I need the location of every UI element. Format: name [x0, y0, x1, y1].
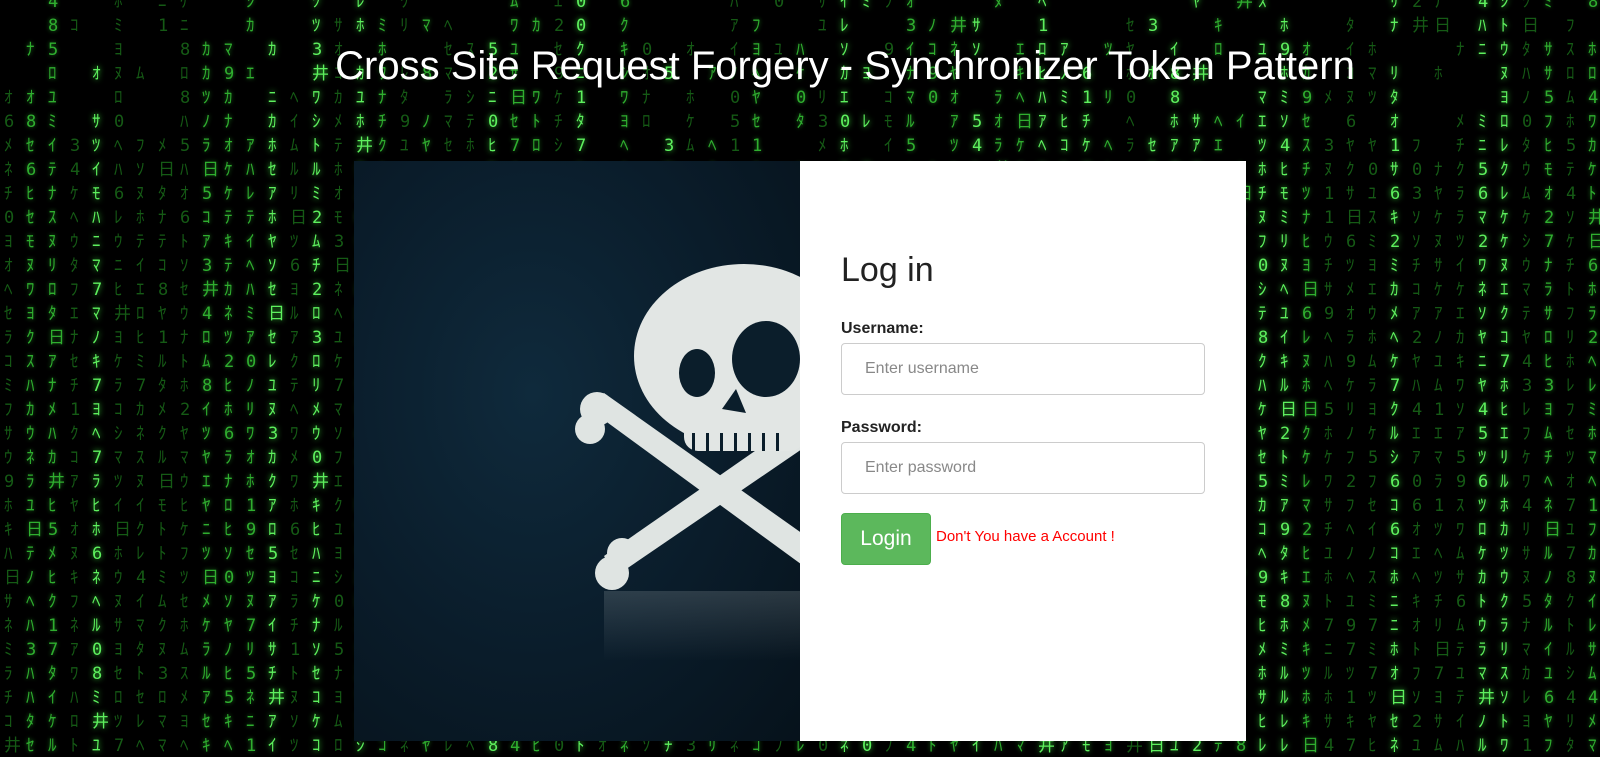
- password-input[interactable]: [841, 442, 1205, 494]
- skull-crossbones-icon: [575, 264, 800, 661]
- matrix-column: ﾆ 1 ﾒ 日 ﾀ ﾅ ﾃ ｺ 8 ﾔ 1 ﾙ ﾀ ﾒ ｸ ﾙ 日 ﾓ ﾄ ﾄ …: [158, 0, 175, 756]
- matrix-column: ｶ ﾆ ｶ ﾎ ｾ ｱ ﾎ ﾔ ｿ ｾ 日 ｾ ﾚ ﾕ ﾇ 3 ｶ ｸ ｱ ﾛ …: [268, 40, 285, 756]
- username-label: Username:: [841, 320, 924, 337]
- matrix-column: ｼ ﾄ ｳ ﾇ ﾖ ﾛ ﾚ ｸ ﾚ ｹ ｹ ﾇ ｴ ｸ ｺ 7 ﾎ ﾋ ｴ ﾘ …: [1500, 0, 1511, 756]
- login-card: Log in Username: Password: Login Don't Y…: [354, 161, 1246, 741]
- form-heading: Log in: [841, 251, 934, 289]
- login-form-panel: Log in Username: Password: Login Don't Y…: [800, 161, 1246, 741]
- matrix-column: ﾘ ﾅ ﾘ ﾀ ｵ 1 ｻ 6 ｷ 2 ﾐ ｶ ﾒ ﾍ ｹ 7 ｸ ﾙ ｼ 6 …: [1390, 0, 1407, 756]
- matrix-column: 4 8 5 ﾛ ﾕ ﾐ ｲ ﾃ ﾅ ｽ ﾇ ﾘ ﾛ ﾀ 日 ｱ ﾅ ﾒ ﾊ ｶ …: [48, 0, 65, 756]
- matrix-column: 8 ﾎ ﾛ 4 ﾜ ｶ ｹ ﾄ 井 日 6 ﾎ ﾗ 2 ﾍ ﾚ ﾐ ﾎ ﾏ ﾍ …: [1588, 0, 1600, 756]
- matrix-column: 2 井 ﾌ 0 3 ｿ ｿ ﾁ ｺ ｱ 2 ﾔ ﾊ 4 ｴ ｱ 0 6 ｵ ｴ …: [1412, 0, 1429, 756]
- hero-image: [354, 161, 800, 741]
- matrix-column: ｻ ｵ ｺ ｶ ﾒ ﾃ ﾎ ｵ ﾓ 3 日 ﾈ ﾍ ﾕ ｹ 7 ﾏ ｿ ﾌ ｴ …: [334, 16, 351, 756]
- signup-link[interactable]: Don't You have a Account !: [936, 528, 1115, 545]
- matrix-column: ﾅ 日 ﾎ ﾅ ﾔ ｹ ﾇ ｻ ｹ ｱ ﾉ ﾕ ﾑ 1 ｴ ﾏ ﾗ 1 ﾂ ﾍ …: [1434, 0, 1451, 756]
- matrix-column: ｼ ｶ ｴ ｱ ﾊ ﾚ ﾃ ｲ ﾍ ﾊ ﾐ ｱ 0 ﾉ ﾘ ﾜ ｵ ﾎ 1 9 …: [246, 0, 257, 756]
- matrix-column: ﾏ 9 ｶ ﾅ ｵ ｹ ｹ ﾃ ｷ ﾃ ｶ ﾈ ﾂ 2 ﾋ ﾎ 6 ﾗ ﾅ ﾛ …: [224, 40, 235, 756]
- matrix-column: ﾅ ﾒ ﾁ ｸ ﾗ ﾗ ﾂ ｲ ｹ ｴ ｶ ｷ ﾜ ｿ ｱ 5 9 ｽ ﾜ ﾑ …: [1456, 40, 1467, 756]
- matrix-column: ﾑ ﾌ ｿ ﾇ ﾎ ﾃ ｲ ｴ ﾛ ﾋ ﾐ 7 ｶ ﾈ ｽ ﾇ ｲ ｸ ﾚ 4 …: [136, 64, 147, 756]
- matrix-column: ﾍ ｲ ﾑ ﾙ ﾘ 日 ﾂ 6 ﾖ ﾙ ｱ ｸ ﾃ ﾍ ﾜ ﾒ ﾜ ﾎ 6 ｾ …: [290, 88, 307, 756]
- username-input[interactable]: [841, 343, 1205, 395]
- matrix-column: ｵ ｻ ﾂ ｲ ﾓ ﾊ ﾆ ﾏ 7 ﾏ ﾉ ｷ 7 ﾖ ﾍ 7 ﾗ ﾋ ﾎ 6 …: [92, 64, 109, 756]
- matrix-column: ﾂ ﾂ 3 井 ﾜ ｼ ﾄ ﾙ ﾐ 2 ﾑ ﾁ 2 ﾛ 3 ﾛ ﾘ ﾒ ｳ 0 …: [312, 0, 329, 756]
- matrix-column: ﾌ ｽ ﾛ ﾑ ﾎ 5 ﾃ 4 ｿ ｹ ﾁ ﾄ ﾌ ﾘ ﾎ ﾚ ﾌ ｾ ﾂ ｵ …: [1566, 16, 1577, 756]
- matrix-column: 4 ﾊ ﾆ ﾐ ﾆ 5 6 ﾏ 2 ﾜ ﾈ ｿ ﾔ ﾆ ﾔ 4 5 ﾂ 6 ﾂ …: [1478, 0, 1495, 756]
- login-button[interactable]: Login: [841, 513, 931, 565]
- matrix-column: ﾎ 9 ﾎ ﾐ ｿ 4 ﾋ ﾓ ﾐ ﾘ ﾇ ﾍ ﾕ ｲ ｷ ﾙ 日 2 ﾄ ﾐ …: [1280, 16, 1297, 756]
- matrix-column: ｵ 6 ﾒ ﾈ ﾁ 0 ﾖ ｵ ﾍ ｾ ﾗ ｺ ﾐ ﾌ ｻ ｳ 9 ﾎ ｷ ﾊ …: [4, 88, 21, 756]
- password-label: Password:: [841, 419, 922, 436]
- matrix-column: ﾅ ｵ 8 ｾ 6 ﾋ ｾ ﾓ ﾇ ﾜ ﾖ ｸ ｽ ﾊ ｶ ｳ ﾈ ﾗ ﾕ 日 …: [26, 40, 43, 756]
- matrix-column: ﾎ ﾐ ﾖ ﾇ ﾛ 0 ﾍ ﾊ 6 ﾚ ｳ ﾆ ﾋ 井 ﾖ ｹ ﾗ ｺ ｼ ﾏ …: [114, 0, 131, 756]
- matrix-column: ｽ ﾕ ﾏ ｴ ﾂ ﾎ ﾁ ﾇ ﾌ 0 ｼ ﾃ 8 ｸ ﾊ ｹ ﾔ ｾ 5 ｶ …: [1258, 0, 1269, 756]
- matrix-column: ｹ ﾆ 8 ﾛ 8 ﾊ 5 ﾊ ｵ 6 ﾄ ｿ ｾ ｳ ﾅ ﾄ ﾎ 2 ﾔ ﾏ …: [180, 0, 191, 756]
- matrix-column: ﾐ ｻ ｻ 5 ﾌ ﾋ ﾓ ｵ 2 7 ﾅ ﾗ ｻ ﾛ ﾋ 3 ﾖ ﾑ ﾁ ﾍ …: [1544, 0, 1561, 756]
- matrix-column: ｺ 3 4 ｹ ﾍ ｳ ﾀ ﾌ ｴ ﾅ ｾ ﾁ 1 ｸ ｺ ｱ ﾔ ｵ ﾇ ｷ …: [70, 16, 81, 756]
- matrix-column: ｶ ｶ ﾂ ﾉ ﾗ 日 5 ｺ ｱ 3 井 4 ﾛ ﾑ 8 ｲ ﾂ ﾔ ｴ ﾔ …: [202, 40, 219, 756]
- matrix-column: ﾒ 3 ﾇ 1 1 ｳ ﾁ ｻ 9 ﾍ ﾊ ﾍ 5 ﾎ ｹ ﾜ ｻ ﾁ ﾕ ﾎ …: [1324, 88, 1335, 756]
- matrix-column: ﾂ 日 ﾀ ﾊ ﾉ 0 ﾀ ｳ ﾑ ｹ ｼ ｳ ﾏ ﾃ ﾔ 4 3 ﾚ ﾌ ｹ …: [1522, 0, 1539, 756]
- page-title: Cross Site Request Forgery - Synchronize…: [335, 44, 1355, 88]
- matrix-column: ﾎ ﾏ ﾂ ﾔ 0 ﾕ ｽ ﾐ ﾖ ｴ ｳ ﾎ ﾑ ﾗ ﾖ ｹ 5 ﾌ ｾ ｲ …: [1368, 40, 1379, 756]
- matrix-column: ｵ ｶ 9 ｾ ｽ ﾁ ﾂ ﾅ ﾋ ﾖ 日 6 ﾚ ﾇ ﾎ 日 ｸ ｹ ﾚ ﾏ …: [1302, 40, 1319, 756]
- matrix-column: ﾀ ｲ ｺ ﾇ 6 ﾔ ｸ ｻ 日 6 ﾂ ﾒ ｵ ﾗ 9 ｹ ﾘ ﾉ ﾌ 2 …: [1346, 16, 1363, 756]
